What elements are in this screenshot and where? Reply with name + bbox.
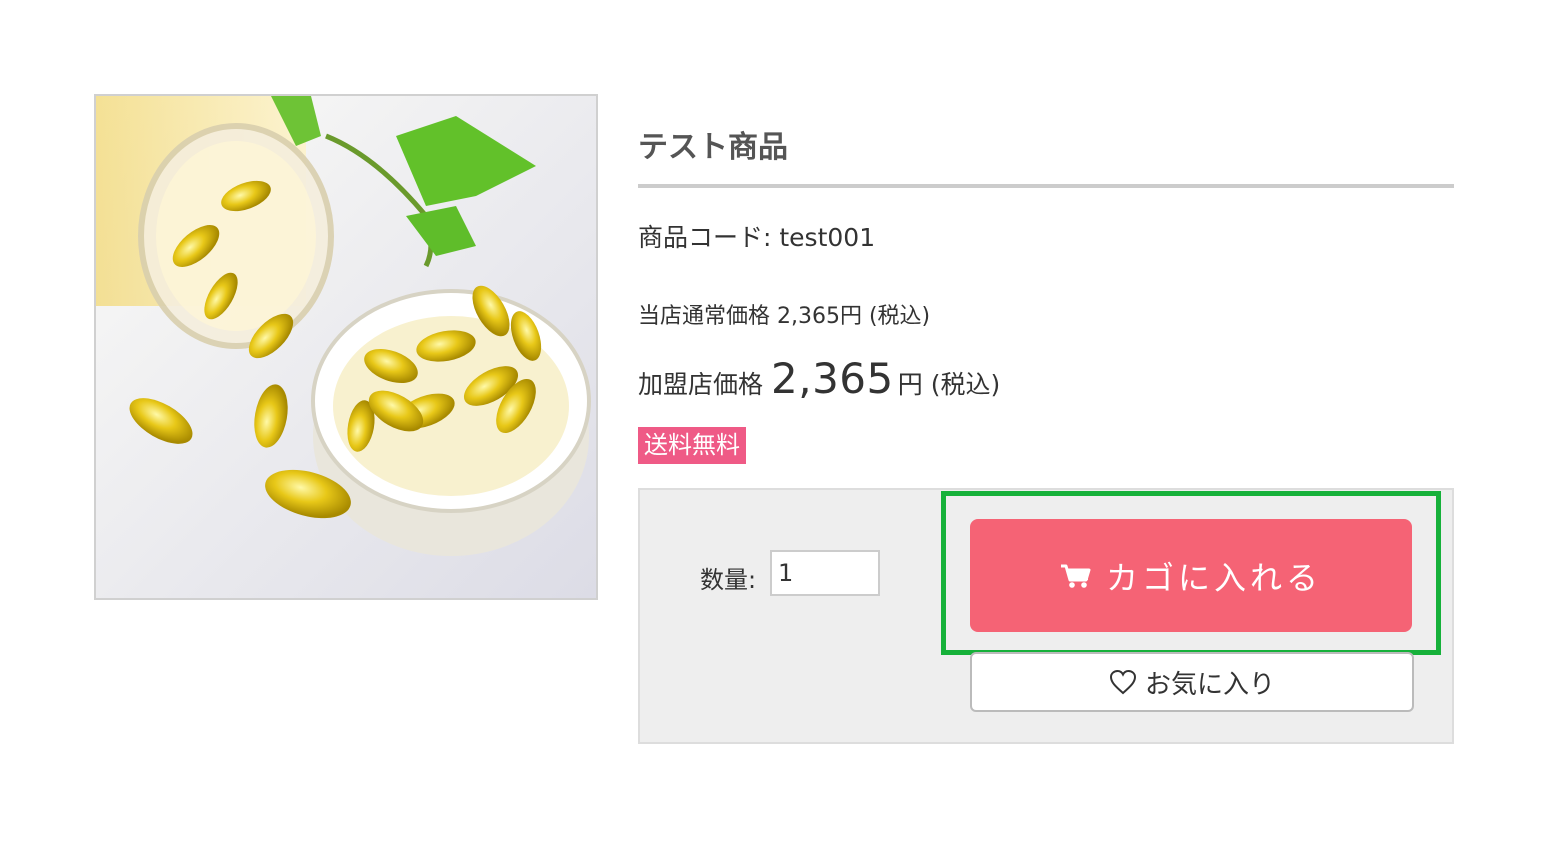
member-price-tax: (税込)	[930, 370, 1001, 399]
member-price-unit: 円	[897, 370, 923, 399]
member-price: 加盟店価格 2,365 円 (税込)	[638, 354, 1000, 403]
product-info: テスト商品 商品コード: test001 当店通常価格 2,365円 (税込) …	[638, 120, 1454, 464]
product-title: テスト商品	[638, 120, 1454, 188]
product-image	[94, 94, 598, 600]
add-to-cart-label: カゴに入れる	[1105, 558, 1322, 597]
cart-icon	[1060, 563, 1092, 589]
favorite-label: お気に入り	[1144, 669, 1275, 700]
favorite-button[interactable]: お気に入り	[970, 652, 1414, 712]
member-price-amount: 2,365	[771, 354, 894, 403]
quantity-label: 数量:	[700, 566, 757, 594]
free-shipping-badge: 送料無料	[638, 427, 746, 464]
quantity-input[interactable]	[770, 550, 880, 596]
product-code: 商品コード: test001	[638, 223, 876, 252]
add-to-cart-button[interactable]: カゴに入れる	[970, 519, 1412, 632]
member-price-prefix: 加盟店価格	[638, 370, 764, 399]
regular-price: 当店通常価格 2,365円 (税込)	[638, 304, 931, 329]
heart-icon	[1109, 669, 1137, 695]
